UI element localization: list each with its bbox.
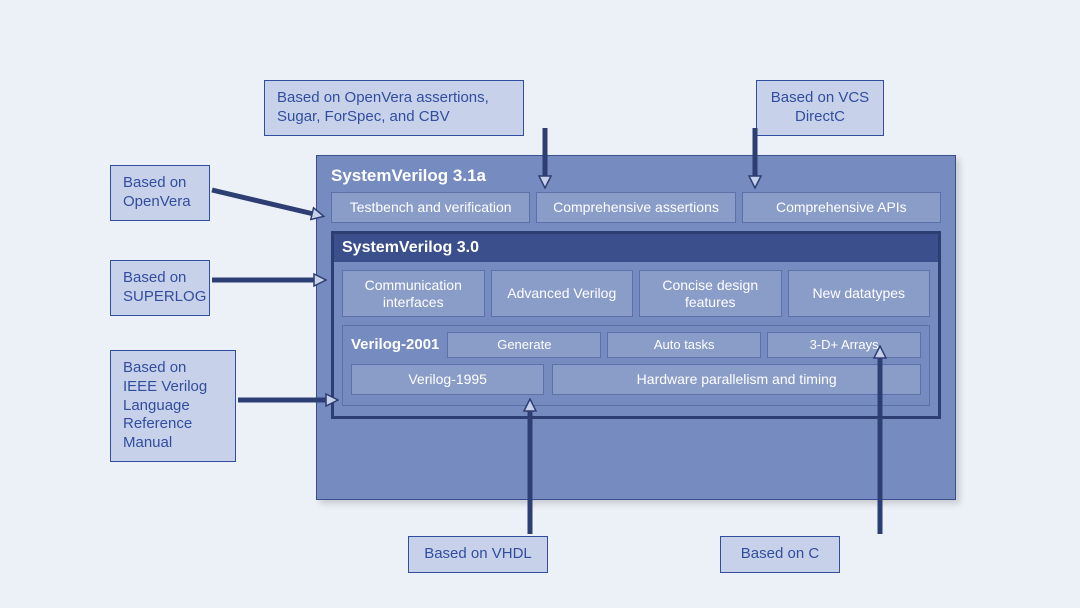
verilog-2001-layer: Verilog-2001 Generate Auto tasks 3-D+ Ar… [342,325,930,405]
sv30-title: SystemVerilog 3.0 [334,234,938,262]
sv30-features: Communication interfaces Advanced Verilo… [342,270,930,318]
sv31a-features: Testbench and verification Comprehensive… [331,192,941,223]
callout-vhdl: Based on VHDL [408,536,548,573]
feature-new-datatypes: New datatypes [788,270,931,318]
v2001-features: Generate Auto tasks 3-D+ Arrays [447,332,921,358]
verilog-1995-layer: Verilog-1995 Hardware parallelism and ti… [351,364,921,395]
v2001-title: Verilog-2001 [351,332,439,353]
v1995-desc: Hardware parallelism and timing [552,364,921,395]
feature-comm-interfaces: Communication interfaces [342,270,485,318]
feature-comprehensive-assertions: Comprehensive assertions [536,192,735,223]
callout-vcs-directc: Based on VCS DirectC [756,80,884,136]
callout-openvera: Based on OpenVera [110,165,210,221]
callout-c: Based on C [720,536,840,573]
feature-concise-design: Concise design features [639,270,782,318]
feature-generate: Generate [447,332,601,358]
v1995-name: Verilog-1995 [351,364,544,395]
callout-superlog: Based on SUPERLOG [110,260,210,316]
feature-comprehensive-apis: Comprehensive APIs [742,192,941,223]
sv31a-title: SystemVerilog 3.1a [331,166,941,186]
systemverilog-31a-layer: SystemVerilog 3.1a Testbench and verific… [316,155,956,500]
feature-testbench: Testbench and verification [331,192,530,223]
feature-3d-arrays: 3-D+ Arrays [767,332,921,358]
feature-advanced-verilog: Advanced Verilog [491,270,634,318]
systemverilog-30-layer: SystemVerilog 3.0 Communication interfac… [331,231,941,419]
callout-ieee-verilog: Based on IEEE Verilog Language Reference… [110,350,236,462]
feature-auto-tasks: Auto tasks [607,332,761,358]
callout-openvera-assertions: Based on OpenVera assertions, Sugar, For… [264,80,524,136]
